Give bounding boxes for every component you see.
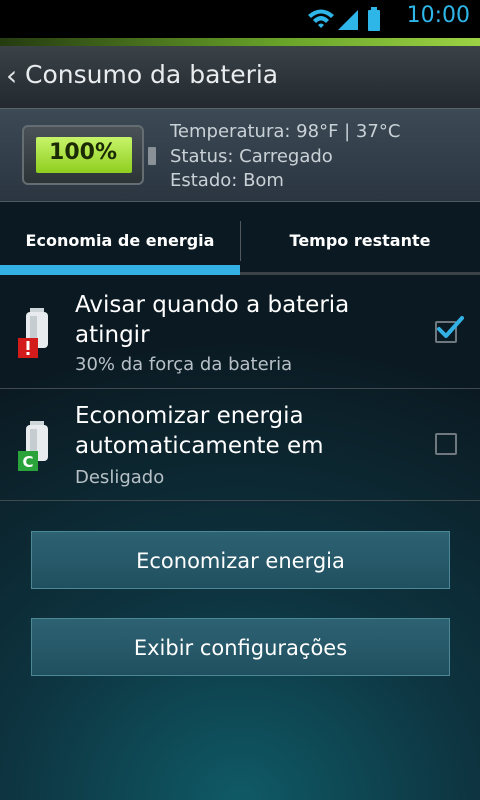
battery-percent: 100% [49,140,117,165]
setting-title: Avisar quando a bateria atingir [75,292,350,348]
checkmark-icon [437,316,464,338]
page-title[interactable]: Consumo da bateria [25,60,278,89]
tab-selected-indicator [0,265,240,275]
title-bar: ‹ Consumo da bateria [0,46,480,109]
battery-health: Estado: Bom [170,170,284,191]
setting-subtitle: 30% da força da bateria [75,354,293,375]
tab-economia-de-energia[interactable]: Economia de energia [0,221,240,265]
battery-info-panel: 100% Temperatura: 98°F | 37°C Status: Ca… [0,109,480,202]
battery-icon [368,7,380,31]
tab-bar: Economia de energia Tempo restante [0,221,480,275]
battery-cap [148,147,156,165]
status-clock: 10:00 [406,3,470,28]
setting-title: Economizar energia automaticamente em [75,403,324,459]
low-battery-alert-checkbox[interactable] [435,316,464,343]
tab-tempo-restante[interactable]: Tempo restante [240,221,480,265]
show-settings-button[interactable]: Exibir configurações [31,618,450,676]
tab-label: Tempo restante [289,231,431,250]
battery-saver-icon: C [18,421,48,471]
wifi-icon [308,9,334,28]
battery-alert-icon [18,308,48,358]
setting-row-low-battery-alert[interactable]: Avisar quando a bateria atingir 30% da f… [0,276,480,388]
tab-label: Economia de energia [25,231,215,250]
status-icons [306,6,388,36]
tab-track [240,272,480,275]
back-chevron-icon[interactable]: ‹ [6,59,17,92]
svg-text:C: C [22,453,33,471]
battery-temperature: Temperatura: 98°F | 37°C [170,121,401,142]
row-divider [0,500,480,501]
wifi-signal-battery-icons [308,7,380,31]
battery-status: Status: Carregado [170,146,333,167]
setting-row-auto-save-energy[interactable]: C Economizar energia automaticamente em … [0,389,480,500]
signal-icon [338,10,358,30]
status-bar: 10:00 [0,0,480,38]
setting-subtitle: Desligado [75,467,165,488]
save-energy-button[interactable]: Economizar energia [31,531,450,589]
auto-save-energy-checkbox[interactable] [435,433,457,455]
accent-strip [0,38,480,46]
